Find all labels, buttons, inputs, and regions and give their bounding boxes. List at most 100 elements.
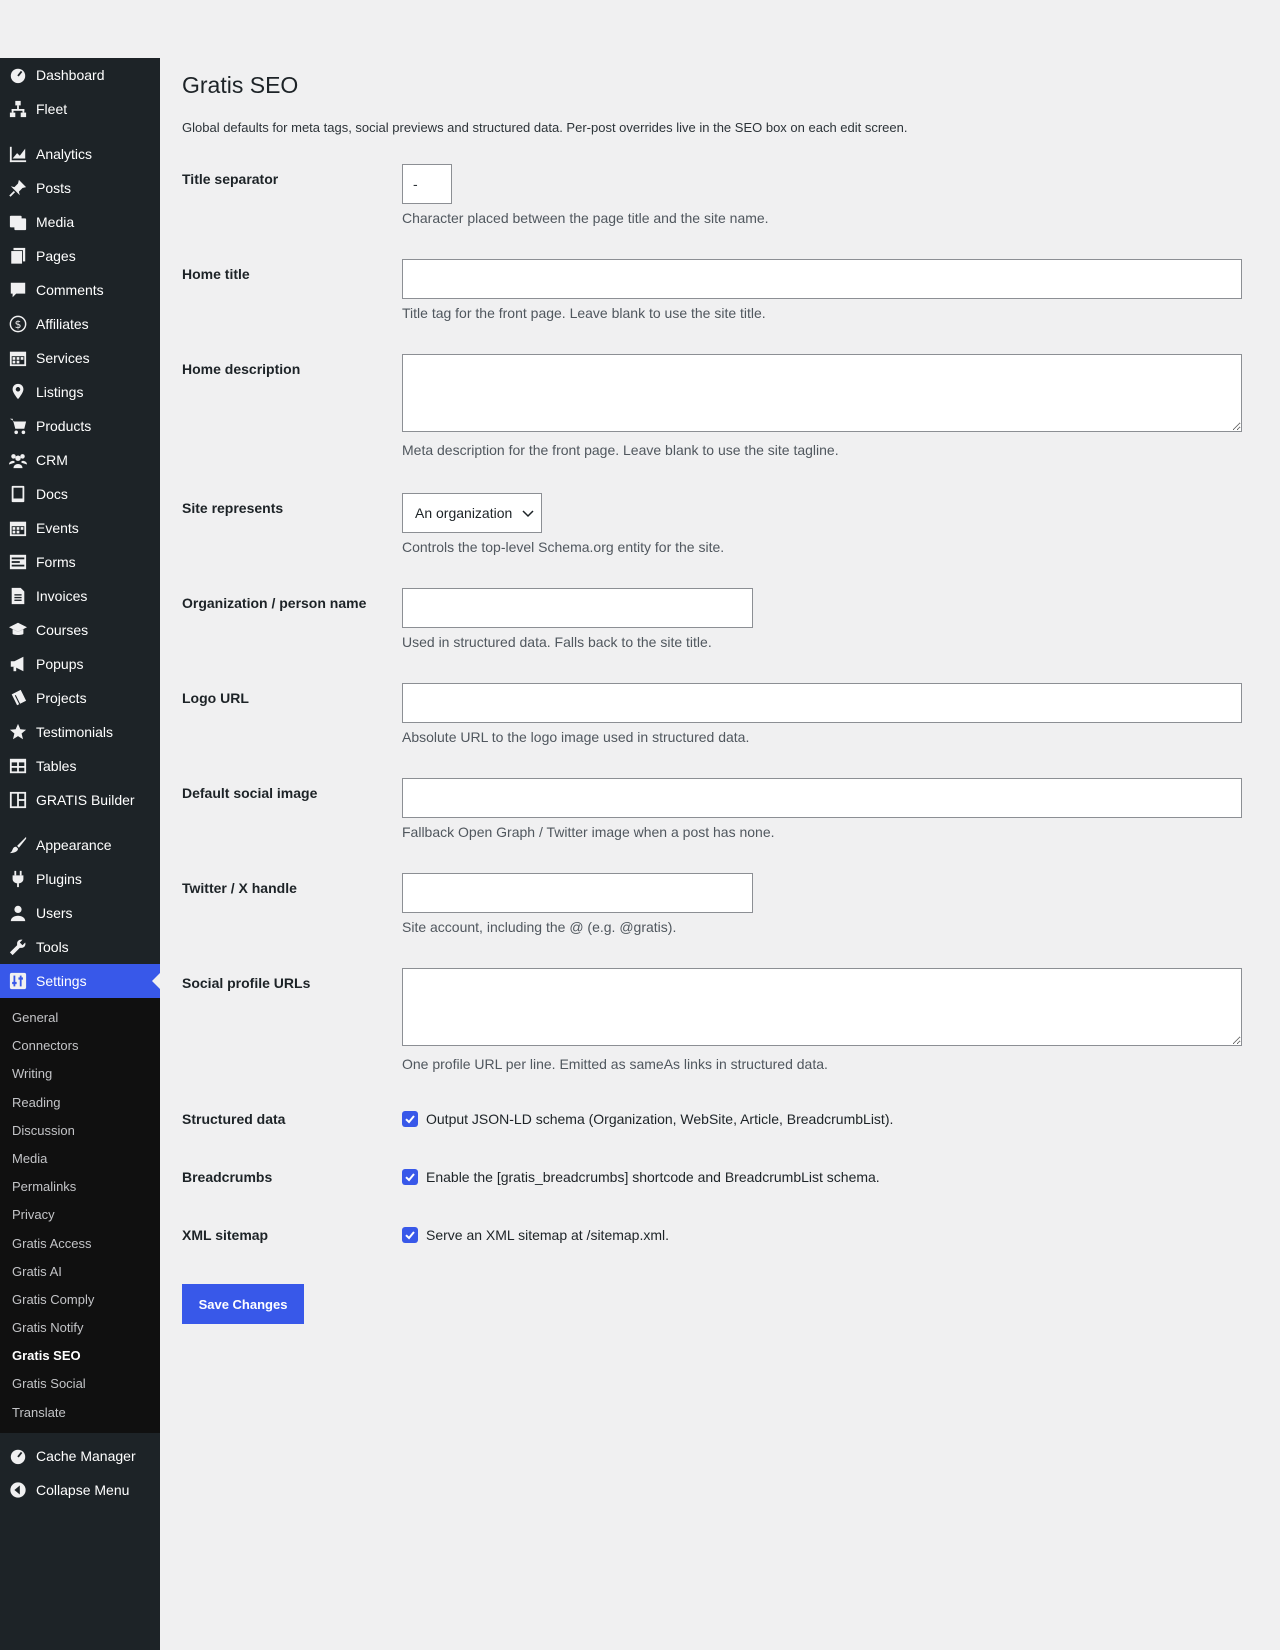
sidebar-item-collapse-menu[interactable]: Collapse Menu: [0, 1473, 160, 1507]
sidebar-item-label: Appearance: [36, 837, 112, 853]
submenu-item-writing[interactable]: Writing: [0, 1060, 160, 1088]
sidebar-item-label: Users: [36, 905, 73, 921]
sidebar-item-appearance[interactable]: Appearance: [0, 828, 160, 862]
sidebar-item-label: Courses: [36, 622, 89, 638]
sidebar-item-dashboard[interactable]: Dashboard: [0, 58, 160, 92]
sidebar-item-label: Analytics: [36, 146, 93, 162]
cart-icon: [8, 416, 28, 436]
sidebar-item-label: GRATIS Builder: [36, 792, 135, 808]
social-profiles-textarea[interactable]: [402, 968, 1242, 1046]
sidebar-item-listings[interactable]: Listings: [0, 375, 160, 409]
submenu-item-gratis-seo[interactable]: Gratis SEO: [0, 1342, 160, 1370]
star-icon: [8, 722, 28, 742]
field-help: Used in structured data. Falls back to t…: [402, 634, 712, 650]
sidebar-item-plugins[interactable]: Plugins: [0, 862, 160, 896]
field-label: Logo URL: [182, 690, 249, 706]
sidebar-item-label: Settings: [36, 973, 87, 989]
media-icon: [8, 212, 28, 232]
submenu-item-discussion[interactable]: Discussion: [0, 1117, 160, 1145]
sidebar-item-forms[interactable]: Forms: [0, 545, 160, 579]
sidebar-item-settings[interactable]: Settings: [0, 964, 160, 998]
submenu-item-permalinks[interactable]: Permalinks: [0, 1173, 160, 1201]
sidebar-item-label: Tables: [36, 758, 77, 774]
social-image-input[interactable]: [402, 778, 1242, 818]
submenu-item-translate[interactable]: Translate: [0, 1399, 160, 1427]
sidebar-item-comments[interactable]: Comments: [0, 273, 160, 307]
home-title-input[interactable]: [402, 259, 1242, 299]
sidebar-item-products[interactable]: Products: [0, 409, 160, 443]
field-label: Structured data: [182, 1111, 286, 1127]
structured-data-checkbox[interactable]: [402, 1111, 418, 1127]
checkmark-icon: [405, 1115, 415, 1124]
calendar-icon: [8, 348, 28, 368]
field-label: Twitter / X handle: [182, 880, 297, 896]
submenu-item-media[interactable]: Media: [0, 1145, 160, 1173]
pin-icon: [8, 178, 28, 198]
sidebar-item-media[interactable]: Media: [0, 205, 160, 239]
sidebar-item-posts[interactable]: Posts: [0, 171, 160, 205]
checkbox-label: Output JSON-LD schema (Organization, Web…: [426, 1111, 894, 1127]
field-label: Title separator: [182, 171, 279, 187]
sidebar-item-pages[interactable]: Pages: [0, 239, 160, 273]
sidebar-item-tables[interactable]: Tables: [0, 749, 160, 783]
sidebar-item-testimonials[interactable]: Testimonials: [0, 715, 160, 749]
calendar-icon: [8, 518, 28, 538]
org-name-input[interactable]: [402, 588, 753, 628]
sidebar-item-label: Dashboard: [36, 67, 105, 83]
form-icon: [8, 552, 28, 572]
submenu-item-privacy[interactable]: Privacy: [0, 1201, 160, 1229]
pages-icon: [8, 246, 28, 266]
field-help: Controls the top-level Schema.org entity…: [402, 539, 725, 555]
sidebar-item-affiliates[interactable]: $ Affiliates: [0, 307, 160, 341]
submenu-item-gratis-notify[interactable]: Gratis Notify: [0, 1314, 160, 1342]
sidebar-item-fleet[interactable]: Fleet: [0, 92, 160, 126]
sidebar-item-label: CRM: [36, 452, 68, 468]
submenu-item-general[interactable]: General: [0, 1004, 160, 1032]
submenu-item-connectors[interactable]: Connectors: [0, 1032, 160, 1060]
sidebar-item-label: Popups: [36, 656, 84, 672]
site-represents-select[interactable]: An organization: [402, 493, 542, 533]
sidebar-item-label: Cache Manager: [36, 1447, 136, 1464]
sidebar-item-popups[interactable]: Popups: [0, 647, 160, 681]
home-description-textarea[interactable]: [402, 354, 1242, 432]
sidebar-item-courses[interactable]: Courses: [0, 613, 160, 647]
title-separator-input[interactable]: [402, 164, 452, 204]
breadcrumbs-checkbox[interactable]: [402, 1169, 418, 1185]
submenu-item-gratis-access[interactable]: Gratis Access: [0, 1230, 160, 1258]
submenu-item-gratis-comply[interactable]: Gratis Comply: [0, 1286, 160, 1314]
twitter-handle-input[interactable]: [402, 873, 753, 913]
education-icon: [8, 620, 28, 640]
sidebar-item-crm[interactable]: CRM: [0, 443, 160, 477]
sidebar-item-tools[interactable]: Tools: [0, 930, 160, 964]
field-label: Social profile URLs: [182, 975, 311, 991]
logo-url-input[interactable]: [402, 683, 1242, 723]
sidebar-item-projects[interactable]: Projects: [0, 681, 160, 715]
sidebar-item-gratis-builder[interactable]: GRATIS Builder: [0, 783, 160, 817]
sidebar-item-events[interactable]: Events: [0, 511, 160, 545]
field-help: Fallback Open Graph / Twitter image when…: [402, 824, 775, 840]
menu-group-admin: Appearance Plugins Users Tools: [0, 828, 160, 964]
field-label: Organization / person name: [182, 595, 367, 611]
dashboard-icon: [8, 65, 28, 85]
sidebar-item-analytics[interactable]: Analytics: [0, 137, 160, 171]
table-icon: [8, 756, 28, 776]
collapse-icon: [8, 1480, 28, 1500]
xml-sitemap-checkbox[interactable]: [402, 1227, 418, 1243]
sidebar-item-docs[interactable]: Docs: [0, 477, 160, 511]
menu-group-footer: Cache Manager Collapse Menu: [0, 1439, 160, 1507]
submenu-item-gratis-social[interactable]: Gratis Social: [0, 1370, 160, 1398]
sidebar-item-services[interactable]: Services: [0, 341, 160, 375]
sidebar-item-cache-manager[interactable]: Cache Manager: [0, 1439, 160, 1473]
submenu-item-gratis-ai[interactable]: Gratis AI: [0, 1258, 160, 1286]
sidebar-item-label: Events: [36, 520, 79, 536]
save-changes-button[interactable]: Save Changes: [182, 1284, 304, 1324]
money-icon: $: [8, 314, 28, 334]
submenu-item-reading[interactable]: Reading: [0, 1089, 160, 1117]
menu-group-primary: Dashboard Fleet: [0, 58, 160, 126]
sidebar-item-users[interactable]: Users: [0, 896, 160, 930]
chart-icon: [8, 144, 28, 164]
sidebar-item-invoices[interactable]: Invoices: [0, 579, 160, 613]
field-label: XML sitemap: [182, 1227, 269, 1243]
sidebar-item-label: Media: [36, 214, 75, 230]
location-icon: [8, 382, 28, 402]
